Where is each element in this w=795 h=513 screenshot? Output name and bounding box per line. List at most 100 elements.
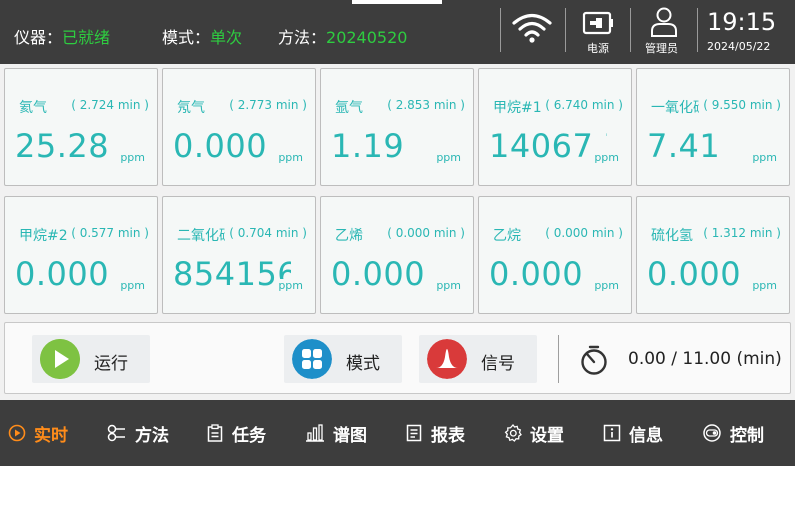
nav-item-realtime[interactable]: 实时 <box>8 400 68 466</box>
signal-peak-icon <box>427 339 467 379</box>
method-status: 方法：20240520 <box>278 24 407 48</box>
timer-icon <box>581 345 607 375</box>
nav-item-label: 设置 <box>530 425 564 446</box>
component-name: 硫化氢 <box>651 228 693 244</box>
nav-item-control[interactable]: 控制 <box>702 400 764 466</box>
method-status-value: 20240520 <box>326 28 408 47</box>
control-divider <box>558 335 559 383</box>
document-icon <box>406 424 422 442</box>
component-name: 二氧化碳 <box>177 228 225 244</box>
top-status-bar: 仪器：已就绪 模式：单次 方法：20240520 电源 管理员 19:15 20… <box>0 0 795 64</box>
nav-item-info[interactable]: 信息 <box>603 400 663 466</box>
header-divider <box>565 8 566 52</box>
gear-icon <box>504 424 522 442</box>
component-value: 1.19 <box>331 127 405 165</box>
component-unit: ppm <box>594 279 619 292</box>
component-unit: ppm <box>278 151 303 164</box>
power-label: 电源 <box>587 42 609 55</box>
user-icon <box>651 7 677 37</box>
component-unit: ppm <box>752 279 777 292</box>
component-value: 0.000 <box>173 127 268 165</box>
play-icon <box>40 339 80 379</box>
mode-button[interactable]: 模式 <box>284 335 402 383</box>
mode-status-label: 模式： <box>162 28 211 47</box>
control-bar: 运行 模式 信号 0.00 / 11.00 (min) <box>4 322 791 394</box>
clipboard-icon <box>207 424 223 442</box>
wifi-icon <box>512 13 552 43</box>
component-name: 氦气 <box>19 100 47 116</box>
component-unit: ppm <box>594 151 619 164</box>
header-divider <box>630 8 631 52</box>
component-card[interactable]: 乙烯 ( 0.000 min ) 0.000 ppm <box>320 196 474 314</box>
instrument-status: 仪器：已就绪 <box>14 24 110 48</box>
run-button[interactable]: 运行 <box>32 335 150 383</box>
component-unit: ppm <box>120 151 145 164</box>
nav-item-label: 谱图 <box>333 425 367 446</box>
component-unit: ppm <box>436 279 461 292</box>
user-label: 管理员 <box>645 42 678 55</box>
top-tab-indicator <box>352 0 442 4</box>
nav-item-chromatogram[interactable]: 谱图 <box>305 400 367 466</box>
component-name: 甲烷#2 <box>19 228 67 244</box>
component-card[interactable]: 甲烷#2 ( 0.577 min ) 0.000 ppm <box>4 196 158 314</box>
retention-time: ( 6.740 min ) <box>543 98 623 112</box>
nav-item-label: 实时 <box>34 425 68 446</box>
component-card[interactable]: 氖气 ( 2.773 min ) 0.000 ppm <box>162 68 316 186</box>
component-card[interactable]: 乙烷 ( 0.000 min ) 0.000 ppm <box>478 196 632 314</box>
signal-label: 信号 <box>481 354 515 374</box>
instrument-status-value: 已就绪 <box>62 28 111 47</box>
timer-readout: 0.00 / 11.00 (min) <box>628 349 782 369</box>
nav-item-label: 报表 <box>431 425 465 446</box>
component-card[interactable]: 甲烷#1 ( 6.740 min ) 14067.7 ppm <box>478 68 632 186</box>
power-plug-icon <box>582 11 613 35</box>
retention-time: ( 9.550 min ) <box>701 98 781 112</box>
clock-date: 2024/05/22 <box>707 40 771 53</box>
header-divider <box>500 8 501 52</box>
nav-item-label: 控制 <box>730 425 764 446</box>
component-unit: ppm <box>752 151 777 164</box>
blank-area <box>0 466 795 513</box>
component-card[interactable]: 氦气 ( 2.724 min ) 25.28 ppm <box>4 68 158 186</box>
nav-item-method[interactable]: 方法 <box>107 400 169 466</box>
method-status-label: 方法： <box>278 28 327 47</box>
bottom-nav: 实时 方法 任务 谱图 报表 设置 信息 控制 <box>0 400 795 466</box>
component-unit: ppm <box>278 279 303 292</box>
retention-time: ( 1.312 min ) <box>701 226 781 240</box>
bar-chart-icon <box>306 424 324 442</box>
retention-time: ( 2.773 min ) <box>227 98 307 112</box>
grid-icon <box>292 339 332 379</box>
component-value: 0.000 <box>15 255 110 293</box>
realtime-panel: 氦气 ( 2.724 min ) 25.28 ppm 氖气 ( 2.773 mi… <box>0 64 795 400</box>
component-card[interactable]: 氩气 ( 2.853 min ) 1.19 ppm <box>320 68 474 186</box>
nav-item-task[interactable]: 任务 <box>206 400 266 466</box>
nav-item-report[interactable]: 报表 <box>405 400 465 466</box>
info-icon <box>603 424 621 442</box>
screen: 仪器：已就绪 模式：单次 方法：20240520 电源 管理员 19:15 20… <box>0 0 795 513</box>
mode-status: 模式：单次 <box>162 24 242 48</box>
mode-label: 模式 <box>346 354 380 374</box>
component-value: 854156 <box>173 255 291 293</box>
nav-item-label: 任务 <box>232 425 266 446</box>
component-value: 0.000 <box>489 255 584 293</box>
component-card[interactable]: 硫化氢 ( 1.312 min ) 0.000 ppm <box>636 196 790 314</box>
retention-time: ( 0.000 min ) <box>543 226 623 240</box>
component-name: 甲烷#1 <box>493 100 541 116</box>
control-icon <box>703 424 721 442</box>
clock-time: 19:15 <box>707 8 777 36</box>
retention-time: ( 2.853 min ) <box>385 98 465 112</box>
component-name: 乙烷 <box>493 228 521 244</box>
method-icon <box>107 424 125 442</box>
component-card[interactable]: 二氧化碳 ( 0.704 min ) 854156 ppm <box>162 196 316 314</box>
run-label: 运行 <box>94 354 128 374</box>
component-value: 0.000 <box>647 255 742 293</box>
component-name: 乙烯 <box>335 228 363 244</box>
mode-status-value: 单次 <box>210 28 243 47</box>
signal-button[interactable]: 信号 <box>419 335 537 383</box>
retention-time: ( 0.704 min ) <box>227 226 307 240</box>
component-name: 氩气 <box>335 100 363 116</box>
component-name: 一氧化碳 <box>651 100 699 116</box>
nav-item-settings[interactable]: 设置 <box>504 400 564 466</box>
nav-item-label: 信息 <box>629 425 663 446</box>
component-card[interactable]: 一氧化碳 ( 9.550 min ) 7.41 ppm <box>636 68 790 186</box>
retention-time: ( 0.000 min ) <box>385 226 465 240</box>
